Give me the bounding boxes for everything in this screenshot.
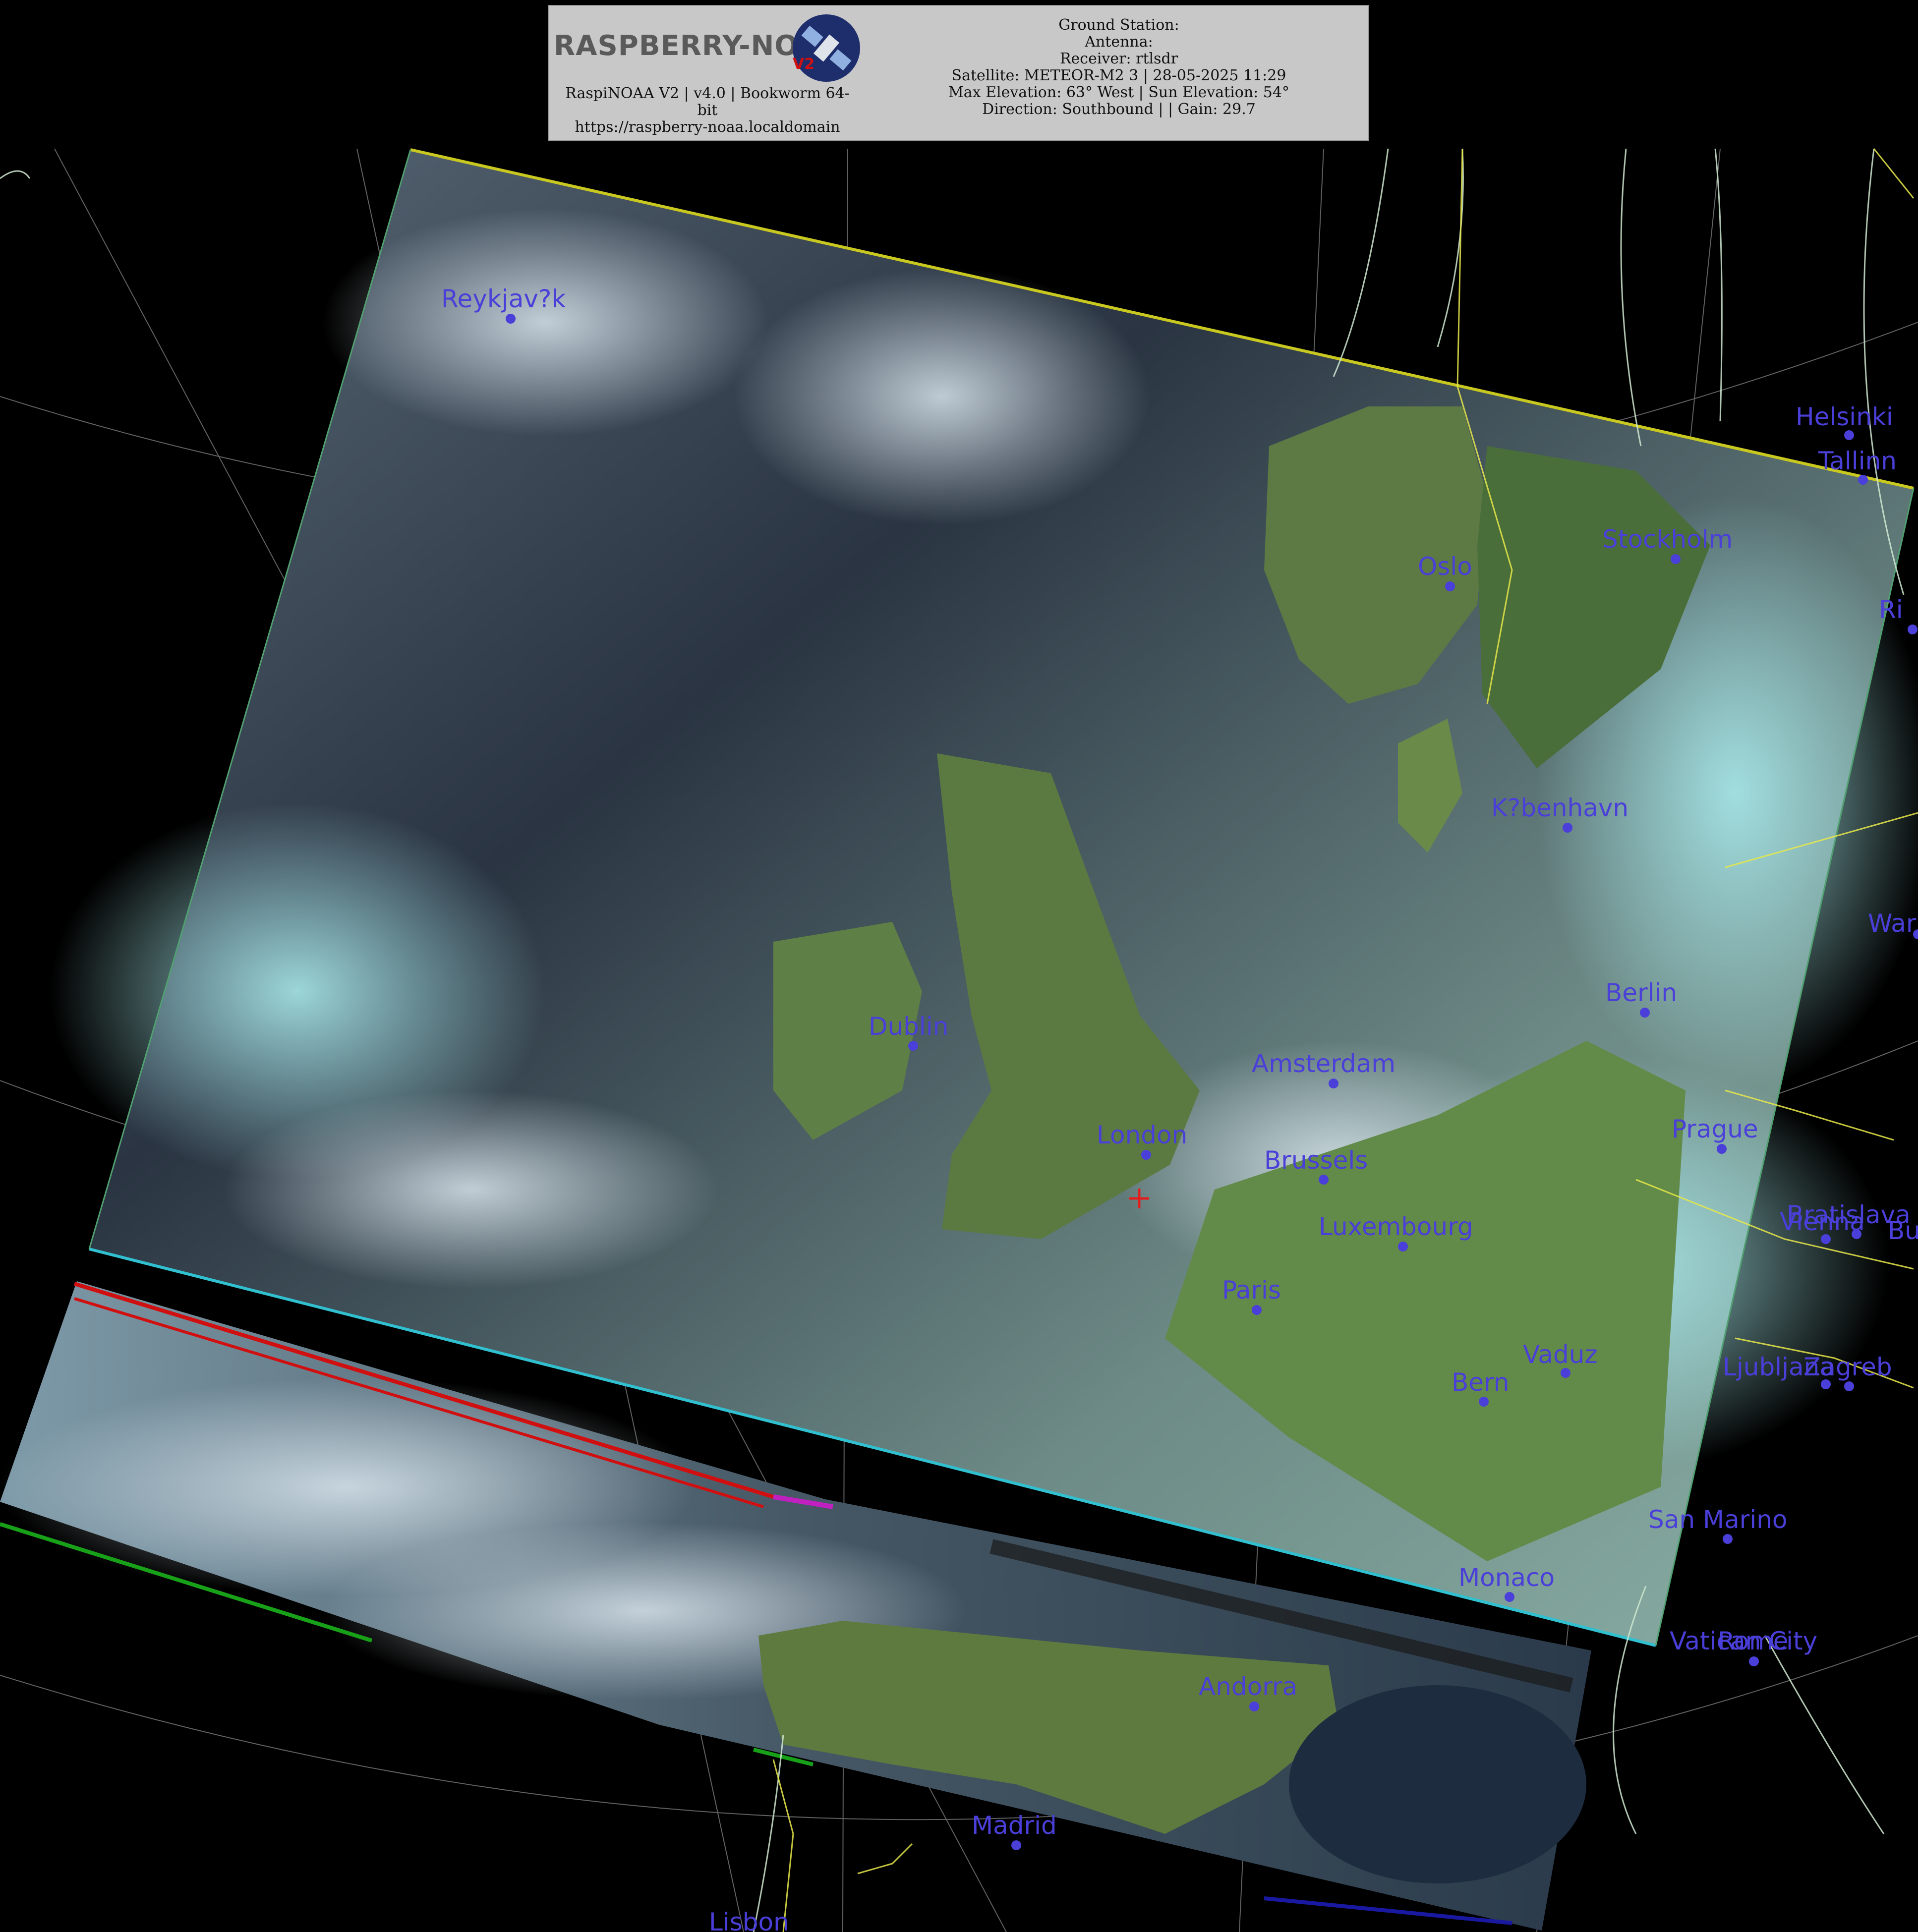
receiver-line: Receiver: rtlsdr [1059,50,1178,67]
svg-text:Oslo: Oslo [1418,552,1472,581]
svg-text:Lisbon: Lisbon [709,1908,789,1932]
svg-text:Helsinki: Helsinki [1796,402,1893,431]
city-warsaw: War [1868,909,1918,939]
svg-text:Bern: Bern [1452,1368,1509,1397]
svg-text:Vaduz: Vaduz [1523,1340,1598,1369]
satellite-map: Reykjav?k Helsinki Tallinn Stockholm Osl… [0,148,1918,1932]
logo-area: RASPBERRY-NOAA V2 RaspiNOAA V2 | v4.0 | … [549,6,871,142]
svg-text:Prague: Prague [1672,1115,1758,1143]
elevation-line: Max Elevation: 63° West | Sun Elevation:… [948,84,1289,101]
satellite-line: Satellite: METEOR-M2 3 | 28-05-2025 11:2… [951,67,1286,84]
station-url: https://raspberry-noaa.localdomain [575,118,840,136]
svg-text:San Marino: San Marino [1648,1505,1787,1534]
svg-text:Brussels: Brussels [1264,1146,1368,1175]
svg-text:Luxembourg: Luxembourg [1319,1212,1473,1241]
svg-text:Madrid: Madrid [972,1811,1057,1840]
svg-text:Paris: Paris [1222,1276,1281,1305]
svg-text:Reykjav?k: Reykjav?k [441,284,566,313]
svg-text:Amsterdam: Amsterdam [1252,1049,1395,1078]
svg-text:Andorra: Andorra [1199,1672,1297,1701]
svg-text:War: War [1868,909,1917,938]
city-lisbon: Lisbon [709,1908,789,1932]
svg-text:London: London [1097,1121,1187,1149]
pass-details: Ground Station: Antenna: Receiver: rtlsd… [871,17,1367,118]
svg-text:Rome: Rome [1718,1627,1789,1655]
svg-text:Berlin: Berlin [1605,978,1677,1007]
svg-text:Monaco: Monaco [1458,1563,1555,1592]
ground-station-line: Ground Station: [1058,16,1179,34]
svg-text:Zagreb: Zagreb [1803,1353,1892,1381]
direction-line: Direction: Southbound | | Gain: 29.7 [982,101,1256,118]
svg-text:Vienna: Vienna [1780,1207,1865,1236]
station-line-1: RaspiNOAA V2 | v4.0 | Bookworm 64- [565,85,850,102]
logo-version: V2 [793,56,815,73]
city-helsinki: Helsinki [1796,402,1893,440]
svg-text:Stockholm: Stockholm [1602,525,1733,554]
svg-text:Dublin: Dublin [869,1012,948,1041]
city-rome: Rome [1718,1627,1789,1666]
pass-info-header: RASPBERRY-NOAA V2 RaspiNOAA V2 | v4.0 | … [548,5,1369,141]
svg-text:Tallinn: Tallinn [1818,447,1897,475]
station-line-2: bit [697,102,718,119]
svg-text:Ri: Ri [1879,595,1903,624]
svg-text:K?benhavn: K?benhavn [1491,794,1628,822]
antenna-line: Antenna: [1085,33,1153,51]
city-madrid: Madrid [972,1811,1057,1850]
station-info: RaspiNOAA V2 | v4.0 | Bookworm 64- bit h… [549,85,866,136]
satellite-logo-icon [793,14,860,82]
svg-text:Bu: Bu [1888,1216,1918,1245]
